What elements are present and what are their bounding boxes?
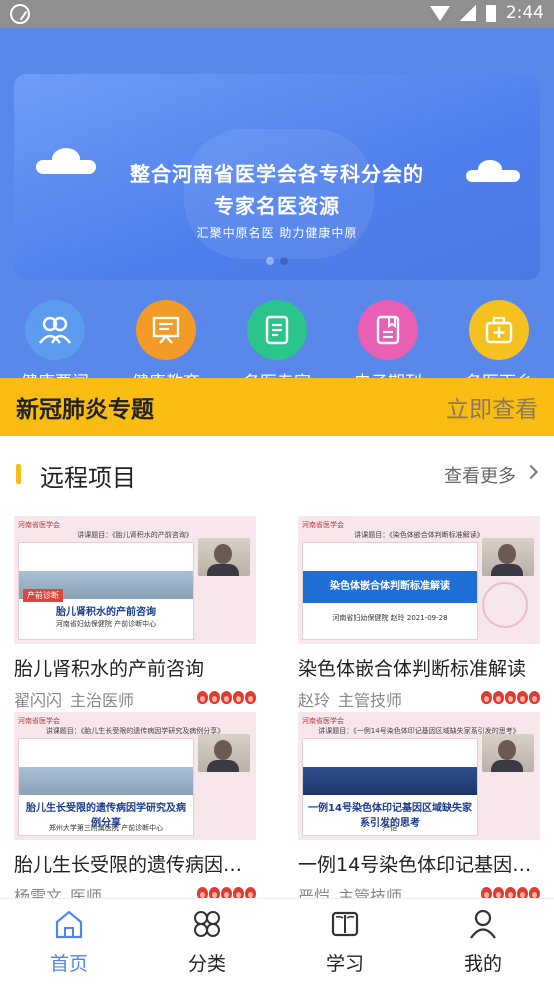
chevron-right-icon[interactable] xyxy=(523,464,539,480)
course-thumbnail[interactable]: 河南省医学会 讲课题目：《胎儿肾积水的产前咨询》 产前诊断 胎儿肾积水的产前咨询… xyxy=(14,516,256,644)
building-image xyxy=(19,767,193,795)
course-meta: 翟闪闪 主治医师 xyxy=(14,687,256,710)
tab-categories[interactable]: 分类 xyxy=(138,907,276,976)
promo-banner[interactable]: 整合河南省医学会各专科分会的 专家名医资源 汇聚中原名医 助力健康中原 xyxy=(14,74,540,280)
banner-subtitle: 汇聚中原名医 助力健康中原 xyxy=(196,226,358,240)
flame-icon xyxy=(197,691,208,704)
medical-kit-icon xyxy=(469,300,529,360)
flame-icon xyxy=(529,691,540,704)
speaker-video xyxy=(482,734,534,772)
home-icon xyxy=(52,907,86,941)
course-thumbnail[interactable]: 河南省医学会 讲课题目：《胎儿生长受限的遗传病因学研究及病例分享》 胎儿生长受限… xyxy=(14,712,256,840)
slide-preview: 胎儿生长受限的遗传病因学研究及病例分享 郑州大学第三附属医院 产前诊断中心 xyxy=(18,738,194,836)
thumbnail-org: 河南省医学会 xyxy=(302,521,344,529)
tab-study[interactable]: 学习 xyxy=(276,907,414,976)
section-accent-bar xyxy=(16,464,21,484)
slide-subtitle: 河南省妇幼保健院 产前诊断中心 xyxy=(55,620,157,628)
tab-label: 学习 xyxy=(325,953,364,975)
user-icon xyxy=(466,907,500,941)
course-title[interactable]: 胎儿肾积水的产前咨询 xyxy=(14,654,256,681)
slide-subtitle: 严恺 xyxy=(383,824,397,832)
popularity-rating xyxy=(197,691,256,704)
covid-topic-bar[interactable]: 新冠肺炎专题 立即查看 xyxy=(0,378,554,436)
course-card[interactable]: 河南省医学会 讲课题目：《一例14号染色体印记基因区域缺失家系引发的思考》 一例… xyxy=(298,712,540,906)
journal-icon xyxy=(358,300,418,360)
section-title: 远程项目 xyxy=(40,464,136,492)
flame-icon xyxy=(233,691,244,704)
flame-icon xyxy=(221,691,232,704)
section-header: 远程项目 查看更多 xyxy=(0,456,554,492)
thumbnail-org: 河南省医学会 xyxy=(18,717,60,725)
grid-icon xyxy=(190,907,224,941)
monitor-icon xyxy=(136,300,196,360)
course-thumbnail[interactable]: 河南省医学会 讲课题目：《染色体嵌合体判断标准解读》 染色体嵌合体判断标准解读 … xyxy=(298,516,540,644)
people-icon xyxy=(25,300,85,360)
status-time: 2:44 xyxy=(505,3,544,23)
course-card[interactable]: 河南省医学会 讲课题目：《胎儿生长受限的遗传病因学研究及病例分享》 胎儿生长受限… xyxy=(14,712,256,906)
flame-icon xyxy=(209,691,220,704)
remote-projects-section: 远程项目 查看更多 河南省医学会 讲课题目：《胎儿肾积水的产前咨询》 产前诊断 … xyxy=(0,436,554,906)
course-card[interactable]: 河南省医学会 讲课题目：《胎儿肾积水的产前咨询》 产前诊断 胎儿肾积水的产前咨询… xyxy=(14,516,256,710)
flame-icon xyxy=(493,691,504,704)
tab-label: 我的 xyxy=(463,953,502,975)
tab-label: 首页 xyxy=(49,953,88,975)
app-notification-icon xyxy=(10,4,30,24)
course-title[interactable]: 一例14号染色体印记基因区域缺失家系引发的思考 xyxy=(298,850,540,877)
course-author-role: 主管技师 xyxy=(338,691,403,710)
tab-mine[interactable]: 我的 xyxy=(414,907,552,976)
slide-subtitle: 河南省妇幼保健院 赵玲 2021-09-28 xyxy=(332,614,448,622)
slide-title: 胎儿肾积水的产前咨询 xyxy=(56,607,156,618)
speaker-video xyxy=(198,734,250,772)
wifi-icon xyxy=(429,5,450,21)
status-bar: 2:44 xyxy=(0,0,554,28)
speaker-video xyxy=(482,538,534,576)
course-title[interactable]: 胎儿生长受限的遗传病因学研究及病例分享 xyxy=(14,850,256,877)
document-icon xyxy=(247,300,307,360)
flame-icon xyxy=(517,691,528,704)
view-more-link[interactable]: 查看更多 xyxy=(444,462,516,488)
header-band: 整合河南省医学会各专科分会的 专家名医资源 汇聚中原名医 助力健康中原 健康要闻… xyxy=(0,28,554,393)
covid-view-now-link[interactable]: 立即查看 xyxy=(446,390,538,424)
course-meta: 赵玲 主管技师 xyxy=(298,687,540,710)
battery-icon xyxy=(485,4,496,22)
popularity-rating xyxy=(481,691,540,704)
banner-title-line1: 整合河南省医学会各专科分会的 xyxy=(130,162,424,186)
slide-subtitle: 郑州大学第三附属医院 产前诊断中心 xyxy=(48,824,164,832)
course-author-role: 主治医师 xyxy=(70,691,135,710)
course-title[interactable]: 染色体嵌合体判断标准解读 xyxy=(298,654,540,681)
pager-dot[interactable] xyxy=(266,257,274,265)
pager-dot-active[interactable] xyxy=(280,257,288,265)
slide-preview: 一例14号染色体印记基因区域缺失家系引发的思考 严恺 xyxy=(302,738,478,836)
signal-icon xyxy=(459,5,476,21)
banner-pager xyxy=(266,257,288,265)
flame-icon xyxy=(481,691,492,704)
banner-title-line2: 专家名医资源 xyxy=(214,194,340,218)
course-author: 赵玲 xyxy=(298,691,331,710)
flame-icon xyxy=(505,691,516,704)
tab-label: 分类 xyxy=(187,953,226,975)
course-card[interactable]: 河南省医学会 讲课题目：《染色体嵌合体判断标准解读》 染色体嵌合体判断标准解读 … xyxy=(298,516,540,710)
speaker-video xyxy=(198,538,250,576)
covid-topic-title: 新冠肺炎专题 xyxy=(16,397,154,423)
tab-home[interactable]: 首页 xyxy=(0,907,138,976)
slide-badge: 产前诊断 xyxy=(23,589,63,602)
watermark-seal xyxy=(482,582,528,628)
slide-title: 染色体嵌合体判断标准解读 xyxy=(303,571,477,603)
thumbnail-org: 河南省医学会 xyxy=(302,717,344,725)
bottom-tab-bar: 首页 分类 学习 我的 xyxy=(0,898,554,986)
course-thumbnail[interactable]: 河南省医学会 讲课题目：《一例14号染色体印记基因区域缺失家系引发的思考》 一例… xyxy=(298,712,540,840)
flame-icon xyxy=(245,691,256,704)
slide-preview: 染色体嵌合体判断标准解读 河南省妇幼保健院 赵玲 2021-09-28 xyxy=(302,542,478,640)
slide-preview: 产前诊断 胎儿肾积水的产前咨询 河南省妇幼保健院 产前诊断中心 xyxy=(18,542,194,640)
book-icon xyxy=(328,907,362,941)
thumbnail-org: 河南省医学会 xyxy=(18,521,60,529)
building-image xyxy=(303,767,477,795)
course-author: 翟闪闪 xyxy=(14,691,63,710)
